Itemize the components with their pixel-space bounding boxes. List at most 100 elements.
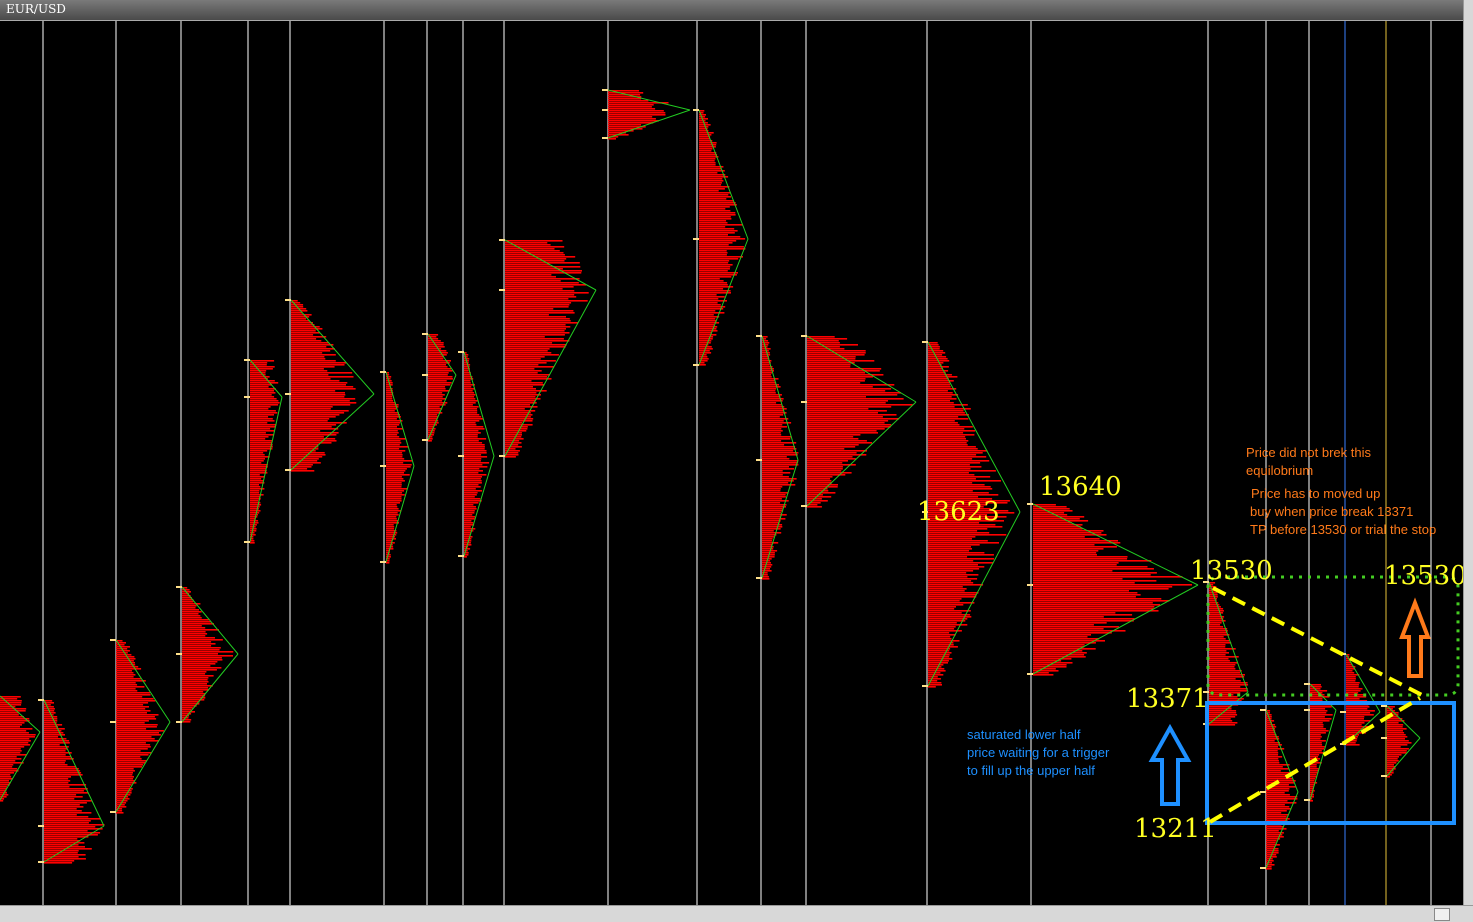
profile-bar xyxy=(291,342,329,344)
profile-bar xyxy=(291,368,324,370)
profile-bar xyxy=(928,528,988,530)
profile-bar xyxy=(1266,734,1277,736)
profile-bar xyxy=(1346,664,1353,666)
profile-bar xyxy=(386,498,402,500)
profile-bar xyxy=(44,854,86,856)
profile-marker xyxy=(756,335,762,337)
profile-bar xyxy=(928,458,973,460)
profile-bar xyxy=(291,422,347,424)
profile-bar xyxy=(386,424,400,426)
profile-bar xyxy=(464,444,485,446)
profile-bar xyxy=(807,506,822,508)
profile-bar xyxy=(0,732,29,734)
profile-bar xyxy=(699,210,731,212)
profile-bar xyxy=(928,550,970,552)
profile-bar xyxy=(386,540,393,542)
profile-bar xyxy=(1266,812,1282,814)
profile-bar xyxy=(762,410,784,412)
profile-bar xyxy=(699,320,717,322)
profile-bar xyxy=(807,482,832,484)
profile-bar xyxy=(1209,604,1220,606)
profile-bar xyxy=(928,378,949,380)
profile-bar xyxy=(386,474,410,476)
profile-marker xyxy=(756,577,762,579)
profile-bar xyxy=(116,762,146,764)
profile-bar xyxy=(928,356,947,358)
profile-bar xyxy=(762,542,779,544)
profile-bar xyxy=(1387,742,1412,744)
profile-bar xyxy=(807,422,885,424)
profile-bar xyxy=(182,629,219,631)
profile-bar xyxy=(807,396,866,398)
profile-bar xyxy=(386,490,405,492)
profile-bar xyxy=(928,552,985,554)
profile-bar xyxy=(807,438,859,440)
profile-bar xyxy=(699,364,706,366)
profile-bar xyxy=(1209,640,1230,642)
profile-bar xyxy=(116,722,145,724)
profile-bar xyxy=(699,190,719,192)
profile-bar xyxy=(464,538,472,540)
profile-bar xyxy=(291,392,345,394)
profile-bar xyxy=(505,442,522,444)
profile-bar xyxy=(250,534,256,536)
horizontal-scrollbar[interactable] xyxy=(0,905,1473,922)
profile-bar xyxy=(928,646,958,648)
profile-bar xyxy=(762,402,777,404)
profile-bar xyxy=(44,826,96,828)
profile-bar xyxy=(762,520,781,522)
profile-bar xyxy=(1033,654,1085,656)
profile-bar xyxy=(0,744,31,746)
profile-bar xyxy=(44,754,66,756)
profile-bar xyxy=(505,328,566,330)
profile-marker xyxy=(285,393,291,395)
chart-title-bar: EUR/USD xyxy=(0,0,1463,21)
profile-bar xyxy=(928,488,993,490)
profile-bar xyxy=(116,694,151,696)
profile-bar xyxy=(505,280,561,282)
profile-bar xyxy=(1033,600,1170,602)
profile-bar xyxy=(116,724,158,726)
symbol-title: EUR/USD xyxy=(6,2,66,16)
profile-bar xyxy=(1310,768,1319,770)
profile-bar xyxy=(428,364,446,366)
profile-bar xyxy=(928,452,983,454)
profile-bar xyxy=(1310,780,1315,782)
profile-bar xyxy=(699,178,723,180)
profile-bar xyxy=(928,602,975,604)
profile-bar xyxy=(505,248,555,250)
profile-bar xyxy=(762,482,789,484)
profile-bar xyxy=(505,246,565,248)
market-profile-chart[interactable]: 13623 13640 13530 13530 13371 13211 Pric… xyxy=(0,21,1463,905)
profile-bar xyxy=(928,376,958,378)
profile-bar xyxy=(1346,716,1365,718)
profile-bar xyxy=(762,454,798,456)
profile-bar xyxy=(386,448,400,450)
vertical-scrollbar[interactable] xyxy=(1463,0,1473,905)
profile-bar xyxy=(464,442,483,444)
profile-bar xyxy=(807,462,843,464)
market-profile xyxy=(499,239,597,458)
profile-bar xyxy=(464,486,481,488)
profile-bar xyxy=(428,418,438,420)
profile-bar xyxy=(182,685,213,687)
profile-bar xyxy=(505,372,538,374)
profile-bar xyxy=(608,124,642,126)
profile-bar xyxy=(762,474,783,476)
profile-bar xyxy=(699,204,737,206)
profile-bar xyxy=(464,392,475,394)
profile-bar xyxy=(44,846,85,848)
profile-bar xyxy=(505,356,545,358)
profile-bar xyxy=(505,346,566,348)
profile-bar xyxy=(807,382,861,384)
scroll-thumb[interactable] xyxy=(1434,908,1450,921)
profile-bar xyxy=(1209,622,1222,624)
profile-bar xyxy=(44,770,81,772)
profile-bar xyxy=(1209,628,1228,630)
profile-bar xyxy=(386,462,404,464)
profile-bar xyxy=(464,520,472,522)
profile-bar xyxy=(386,526,395,528)
profile-bar xyxy=(464,498,481,500)
profile-bar xyxy=(182,657,222,659)
profile-bar xyxy=(250,406,271,408)
